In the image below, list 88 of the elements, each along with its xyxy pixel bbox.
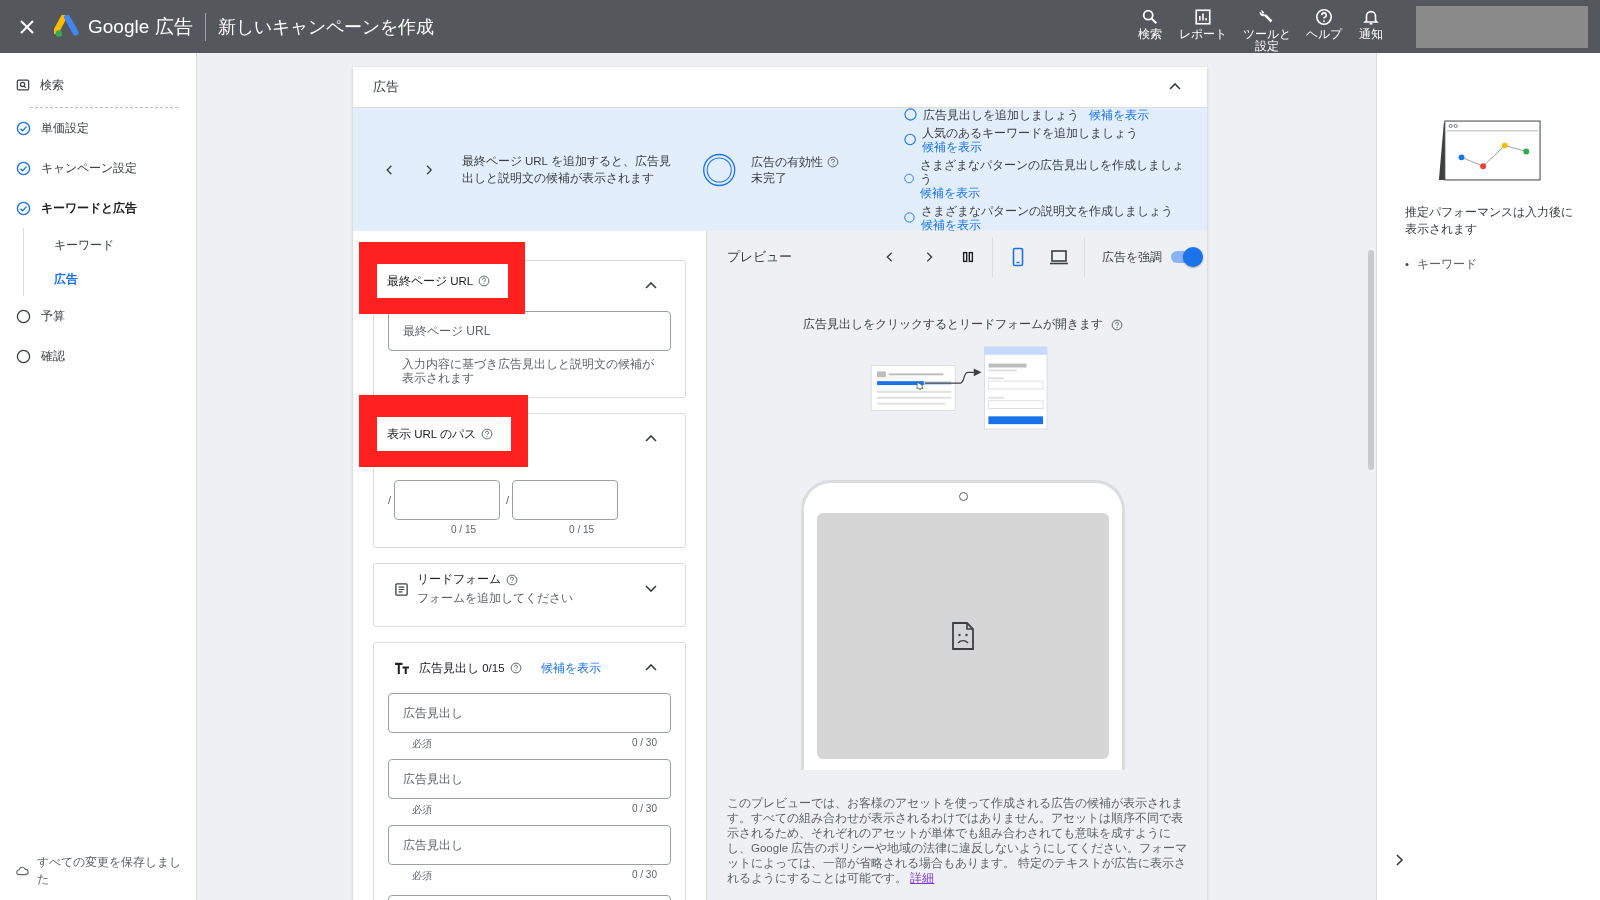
- character-counter: 0 / 30: [631, 737, 657, 750]
- path-separator: /: [506, 494, 510, 506]
- broken-image-icon: [951, 622, 975, 650]
- sidebar-item[interactable]: キーワードと広告: [16, 188, 192, 228]
- performance-message: 推定パフォーマンスは入力後に表示されます: [1405, 205, 1574, 237]
- help-icon[interactable]: [478, 275, 491, 287]
- sidebar-item[interactable]: 予算: [16, 296, 192, 336]
- nav-button[interactable]: 通知: [1356, 7, 1386, 40]
- nav-button[interactable]: ツールと設定: [1241, 7, 1292, 52]
- cloud-icon: [16, 866, 29, 876]
- path-field[interactable]: [394, 480, 501, 520]
- path-field[interactable]: [512, 480, 619, 520]
- brand-name: Google 広告: [88, 14, 193, 39]
- circle-icon: [903, 133, 917, 146]
- check-circle-icon: [16, 120, 31, 136]
- show-suggestions-link[interactable]: 候補を表示: [540, 659, 601, 677]
- card-title: 広告: [373, 78, 399, 96]
- character-counter: 0 / 30: [631, 803, 657, 816]
- chart-icon: [1194, 7, 1213, 26]
- required-hint: 必須: [412, 803, 432, 817]
- required-hint: 必須: [412, 869, 432, 883]
- effectiveness-status: 未完了: [750, 170, 788, 186]
- preview-title: プレビュー: [727, 248, 792, 266]
- help-icon[interactable]: [826, 155, 839, 168]
- url-field[interactable]: 最終ページ URL: [388, 311, 671, 351]
- logo-icon: [54, 14, 80, 39]
- section-title: 広告見出し 0/15: [419, 660, 505, 676]
- banner-message: 最終ページ URL を追加すると、広告見出しと説明文の候補が表示されます: [461, 153, 672, 186]
- suggestion-text: 人気のあるキーワードを追加しましょう: [922, 125, 1139, 140]
- scrollbar[interactable]: [1368, 250, 1374, 470]
- laptop-icon[interactable]: [1049, 247, 1069, 267]
- show-suggestions-link[interactable]: 候補を表示: [920, 185, 981, 200]
- circle-icon: [16, 308, 31, 324]
- pause-icon[interactable]: [961, 250, 975, 264]
- check-circle-icon: [16, 200, 31, 216]
- character-counter: 0 / 30: [631, 869, 657, 882]
- sidebar-item[interactable]: 検索: [16, 65, 192, 105]
- suggestion-text: さまざまなパターンの説明文を作成しましょう: [920, 203, 1173, 218]
- save-status: すべての変更を保存しました: [36, 854, 182, 888]
- search-icon: [1141, 7, 1160, 26]
- suggestion-text: 広告見出しを追加しましょう: [922, 107, 1079, 122]
- headline-field[interactable]: 広告見出し: [388, 825, 671, 865]
- sidebar-subitem[interactable]: キーワード: [24, 228, 192, 262]
- progress-ring-icon: [702, 151, 737, 188]
- preview-note: このプレビューでは、お客様のアセットを使って作成される広告の候補が表示されます。すべての組み合わせが表示されるわけではありません。アセットは順序不同で表示されるため、それぞれのアセットが単体でも組み合わされても意味を成すようにし、Google 広告のポリシーや地域の法律に違反しないようにしてください。フォーマットによっては、一部が省略される場合もあります。 特定のテキストが広告に表示されるようにすることは可能です。 詳細: [727, 796, 1189, 886]
- circle-icon: [903, 172, 915, 185]
- show-suggestions-link[interactable]: 候補を表示: [1088, 107, 1149, 122]
- circle-icon: [16, 348, 31, 364]
- field-hint: 入力内容に基づき広告見出しと説明文の候補が表示されます: [402, 357, 655, 385]
- sidebar-item[interactable]: 単価設定: [16, 108, 192, 148]
- section-title: 最終ページ URL: [387, 273, 474, 289]
- emphasize-label: 広告を強調: [1102, 249, 1162, 265]
- close-icon[interactable]: [20, 19, 34, 34]
- details-link[interactable]: 詳細: [910, 872, 935, 884]
- headline-field[interactable]: 広告見出し: [388, 759, 671, 799]
- section-title: 表示 URL のパス: [387, 426, 476, 442]
- circle-icon: [903, 211, 915, 224]
- page-title: 新しいキャンペーンを作成: [217, 15, 434, 39]
- effectiveness-label: 広告の有効性: [750, 154, 823, 170]
- bullet-marker: •: [1405, 257, 1410, 272]
- sidebar-subitem[interactable]: 広告: [24, 262, 192, 296]
- text-size-icon: [394, 661, 411, 675]
- path-separator: /: [388, 494, 392, 506]
- circle-icon: [903, 108, 917, 121]
- suggestion-text: さまざまなパターンの広告見出しを作成しましょう: [920, 157, 1186, 186]
- help-icon[interactable]: [509, 662, 522, 674]
- headline-field[interactable]: 広告見出し: [388, 693, 671, 733]
- sidebar-item[interactable]: 確認: [16, 336, 192, 376]
- section-subtitle: フォームを追加してください: [417, 591, 573, 606]
- help-icon[interactable]: [506, 573, 518, 586]
- search-icon: [16, 78, 30, 92]
- show-suggestions-link[interactable]: 候補を表示: [922, 139, 983, 154]
- help-icon: [1315, 7, 1333, 26]
- nav-button[interactable]: ヘルプ: [1306, 7, 1342, 40]
- nav-button[interactable]: 検索: [1135, 7, 1166, 40]
- character-counter: 0 / 15: [569, 524, 595, 535]
- show-suggestions-link[interactable]: 候補を表示: [920, 217, 981, 232]
- bullet-item: キーワード: [1417, 257, 1478, 272]
- section-title: リードフォーム: [417, 572, 501, 587]
- required-hint: 必須: [412, 737, 432, 751]
- help-icon[interactable]: [1111, 318, 1123, 331]
- sidebar-item[interactable]: キャンペーン設定: [16, 148, 192, 188]
- preview-caption: 広告見出しをクリックするとリードフォームが開きます: [803, 317, 1103, 332]
- help-icon[interactable]: [481, 428, 493, 440]
- form-icon: [394, 581, 409, 597]
- nav-button[interactable]: レポート: [1179, 7, 1228, 40]
- check-circle-icon: [16, 160, 31, 176]
- character-counter: 0 / 15: [451, 524, 477, 535]
